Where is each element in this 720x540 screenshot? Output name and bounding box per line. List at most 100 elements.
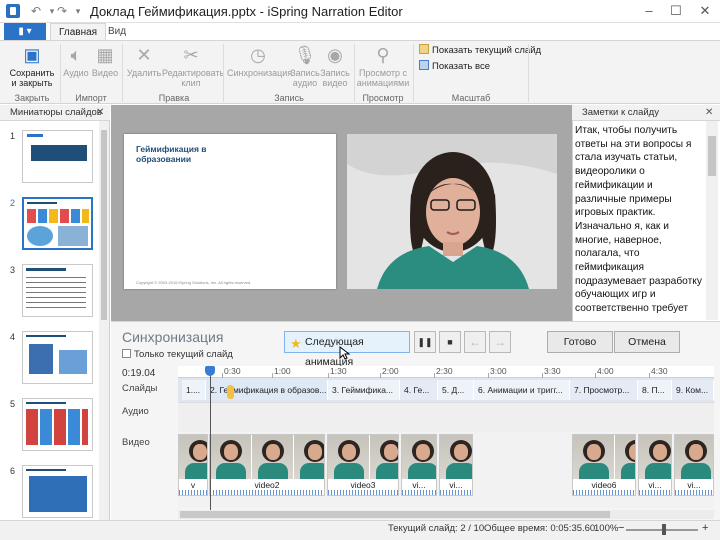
slide-segment-8[interactable]: 8. П... bbox=[638, 380, 672, 400]
slide-segment-7[interactable]: 7. Просмотр... bbox=[570, 380, 638, 400]
import-video-button[interactable]: ▦ Видео bbox=[91, 44, 119, 78]
playhead-line[interactable] bbox=[210, 366, 211, 510]
thumbnail-title-line bbox=[26, 402, 66, 404]
slide-thumbnail-3[interactable] bbox=[22, 264, 93, 317]
close-icon[interactable]: ✕ bbox=[705, 105, 713, 121]
video-frame-thumbnail bbox=[615, 435, 635, 479]
preview-animations-label: Просмотр с анимациями bbox=[356, 68, 410, 88]
zoom-level: 100% bbox=[594, 523, 619, 534]
ribbon-divider bbox=[60, 44, 61, 102]
redo-icon[interactable]: ↷ bbox=[54, 3, 70, 19]
group-import-label: Импорт bbox=[75, 93, 107, 103]
slide-segment-5[interactable]: 5. Д... bbox=[438, 380, 474, 400]
video-frame-thumbnail bbox=[210, 435, 252, 479]
slide-segment-3[interactable]: 3. Геймифика... bbox=[328, 380, 400, 400]
video-clip[interactable]: vi... bbox=[674, 434, 714, 496]
audio-waveform bbox=[573, 490, 635, 495]
file-menu-tab[interactable]: ▮ ▾ bbox=[4, 23, 46, 40]
save-close-button[interactable]: ▣ Сохранить и закрыть bbox=[6, 44, 58, 88]
slide-segment-1[interactable]: 1.... bbox=[182, 380, 206, 400]
done-button[interactable]: Готово bbox=[547, 331, 613, 353]
close-icon[interactable]: ✕ bbox=[690, 0, 720, 22]
next-button[interactable]: → bbox=[489, 331, 511, 353]
ribbon-divider bbox=[122, 44, 123, 102]
slide-segment-2[interactable]: 2. Геймификация в образов... bbox=[206, 380, 328, 400]
slide-segment-9[interactable]: 9. Ком... bbox=[672, 380, 714, 400]
close-icon[interactable]: ✕ bbox=[96, 105, 104, 121]
record-audio-button[interactable]: 🎙︎ Запись аудио bbox=[290, 44, 320, 88]
video-frame-thumbnail bbox=[639, 435, 671, 479]
playhead-handle[interactable] bbox=[205, 366, 215, 376]
thumbnail-screenshot bbox=[59, 350, 87, 374]
video-clip[interactable]: video6 bbox=[572, 434, 636, 496]
video-clip-frames bbox=[675, 435, 713, 479]
audio-waveform bbox=[675, 490, 713, 495]
video-clip-frames bbox=[402, 435, 436, 479]
import-audio-label: Аудио bbox=[63, 68, 89, 78]
notes-scrollbar-thumb[interactable] bbox=[708, 136, 716, 176]
checkbox-icon[interactable] bbox=[122, 349, 131, 358]
slide-thumbnail-2[interactable] bbox=[22, 197, 93, 250]
audio-waveform bbox=[402, 490, 436, 495]
customize-quick-access-icon[interactable]: ▾ bbox=[70, 3, 86, 19]
show-current-slide-button[interactable]: Показать текущий слайд bbox=[419, 44, 541, 58]
minimize-icon[interactable]: – bbox=[636, 0, 662, 22]
slide-thumbnail-1[interactable] bbox=[22, 130, 93, 183]
tab-view[interactable]: Вид bbox=[100, 23, 134, 40]
zoom-slider-handle[interactable] bbox=[662, 524, 666, 535]
only-current-slide-checkbox[interactable]: Только текущий слайд bbox=[122, 349, 233, 360]
import-video-label: Видео bbox=[91, 68, 119, 78]
thumbnails-panel-title: Миниатюры слайдов bbox=[0, 105, 110, 121]
slide-thumbnail-4[interactable] bbox=[22, 331, 93, 384]
thumbnails-scrollbar-thumb[interactable] bbox=[101, 130, 107, 320]
slide-segment-6[interactable]: 6. Анимации и тригг... bbox=[474, 380, 570, 400]
video-frame-thumbnail bbox=[675, 435, 713, 479]
record-video-label: Запись видео bbox=[320, 68, 350, 88]
zoom-out-button[interactable]: − bbox=[618, 522, 624, 534]
edit-clip-label: Редактировать клип bbox=[162, 68, 225, 88]
notes-text[interactable]: Итак, чтобы получить ответы на эти вопро… bbox=[575, 124, 703, 319]
thumbnail-title-line bbox=[26, 268, 66, 271]
thumbnail-number: 2 bbox=[10, 198, 16, 208]
video-clip[interactable]: vi... bbox=[638, 434, 672, 496]
mouse-cursor-icon bbox=[339, 346, 351, 360]
video-track-label: Видео bbox=[122, 437, 150, 448]
edit-clip-button[interactable]: ✂ Редактировать клип bbox=[162, 44, 224, 88]
cancel-button[interactable]: Отмена bbox=[614, 331, 680, 353]
previous-button[interactable]: ← bbox=[464, 331, 486, 353]
video-clip[interactable]: v bbox=[178, 434, 208, 496]
notes-panel-title: Заметки к слайду bbox=[572, 105, 720, 121]
video-clip[interactable]: video3 bbox=[327, 434, 399, 496]
video-clip[interactable]: vi... bbox=[439, 434, 473, 496]
maximize-icon[interactable]: ☐ bbox=[663, 0, 689, 22]
delete-button[interactable]: ✕ Удалить bbox=[126, 44, 162, 78]
slide-segment-4[interactable]: 4. Ге... bbox=[400, 380, 438, 400]
stop-button[interactable]: ■ bbox=[439, 331, 461, 353]
video-frame-thumbnail bbox=[402, 435, 436, 479]
video-frame-thumbnail bbox=[440, 435, 472, 479]
sync-button[interactable]: ◷ Синхронизация bbox=[227, 44, 292, 78]
slides-track-label: Слайды bbox=[122, 383, 158, 394]
video-clip[interactable]: video2 bbox=[209, 434, 325, 496]
stopwatch-icon: ◷ bbox=[250, 45, 266, 65]
video-clip-frames bbox=[573, 435, 635, 479]
import-audio-button[interactable]: 🔈︎ Аудио bbox=[62, 44, 90, 78]
preview-animations-button[interactable]: ⚲ Просмотр с анимациями bbox=[356, 44, 410, 88]
zoom-in-button[interactable]: + bbox=[702, 522, 708, 534]
video-clip-label: vi... bbox=[648, 480, 662, 490]
show-all-button[interactable]: Показать все bbox=[419, 60, 490, 74]
timeline-scrollbar-thumb[interactable] bbox=[180, 511, 610, 518]
thumbnail-tiles bbox=[26, 409, 88, 445]
speaker-icon: 🔈︎ bbox=[70, 45, 82, 65]
animation-marker[interactable] bbox=[227, 385, 234, 399]
ribbon-divider bbox=[354, 44, 355, 102]
video-clip[interactable]: vi... bbox=[401, 434, 437, 496]
record-video-button[interactable]: ◉ Запись видео bbox=[320, 44, 350, 88]
pause-button[interactable]: ❚❚ bbox=[414, 331, 436, 353]
undo-icon[interactable]: ↶ bbox=[28, 3, 44, 19]
slide-thumbnail-6[interactable] bbox=[22, 465, 93, 518]
tab-home[interactable]: Главная bbox=[50, 23, 107, 40]
thumbnail-photo bbox=[58, 226, 88, 246]
slide-thumbnail-5[interactable] bbox=[22, 398, 93, 451]
video-frame-thumbnail bbox=[573, 435, 615, 479]
